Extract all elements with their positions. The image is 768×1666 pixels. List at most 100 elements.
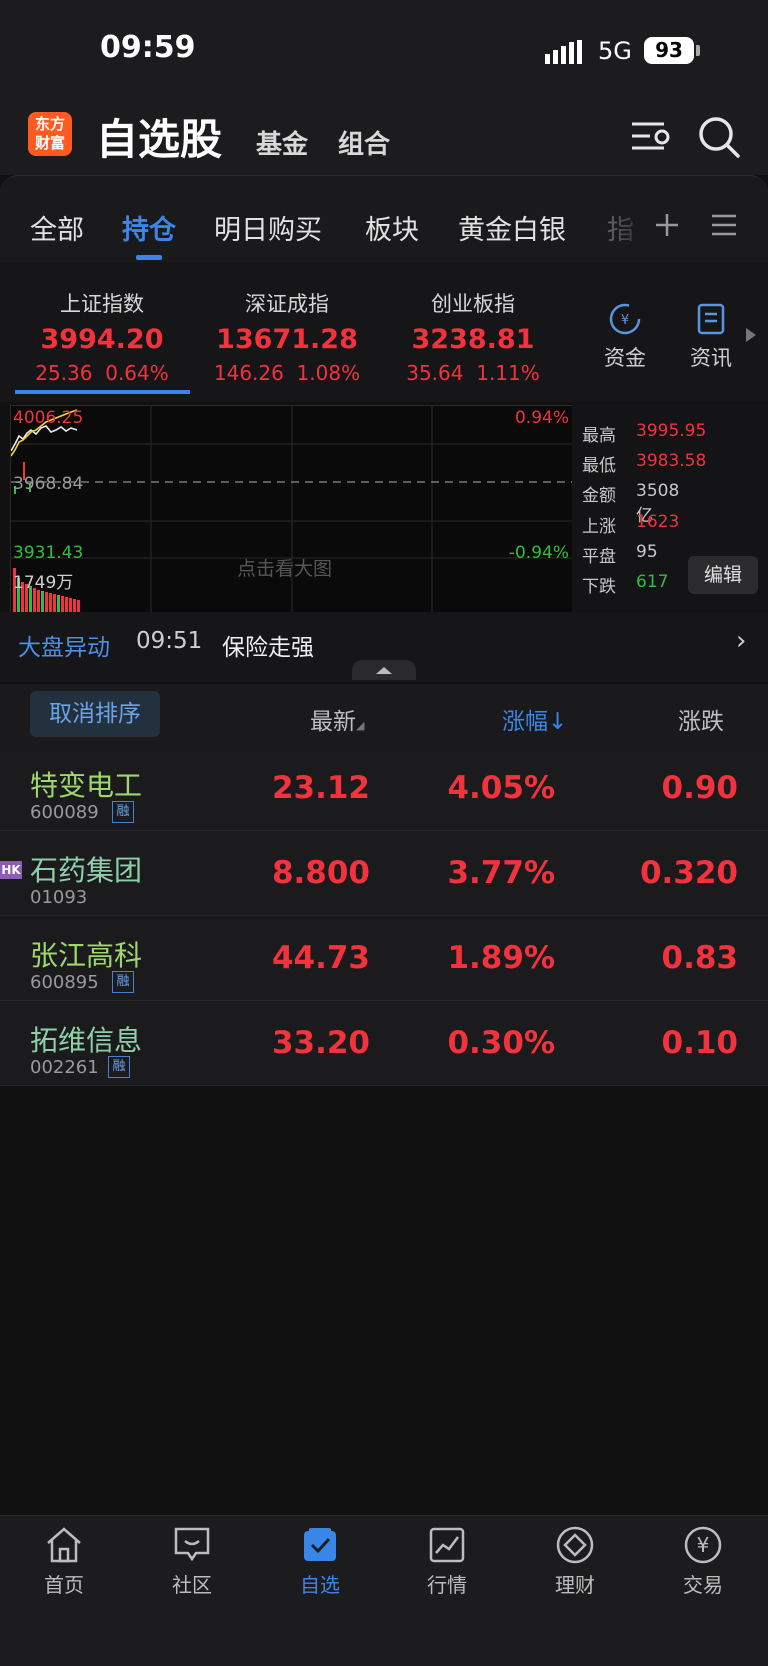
tab-sectors[interactable]: 板块 (365, 208, 419, 247)
chart-bottom-pct: -0.94% (508, 543, 569, 563)
index-value: 3994.20 (40, 324, 164, 355)
nav-trade[interactable]: ¥ 交易 (658, 1525, 748, 1598)
stock-change: 0.10 (661, 1025, 739, 1061)
page-title: 自选股 (96, 115, 223, 164)
stat-down-count: 下跌 617 (582, 572, 669, 597)
chart-bottom-price: 3931.43 (13, 543, 84, 563)
trade-yen-icon: ¥ (684, 1526, 722, 1564)
cancel-sort-button[interactable]: 取消排序 (30, 691, 160, 737)
svg-text:¥: ¥ (697, 1533, 710, 1557)
stock-name: 特变电工 (30, 769, 143, 802)
stock-name: 拓维信息 (30, 1024, 143, 1057)
tab-holdings[interactable]: 持仓 (122, 208, 176, 247)
stock-price: 33.20 (271, 1025, 370, 1061)
logo-line-2: 财富 (34, 134, 65, 152)
alert-tag: 大盘异动 (18, 635, 110, 661)
stock-price: 23.12 (271, 770, 370, 806)
search-icon[interactable] (696, 114, 742, 160)
chart-volume: 1749万 (13, 573, 74, 593)
index-value: 3238.81 (411, 324, 535, 355)
menu-icon[interactable] (712, 214, 736, 236)
stat-up-count: 上涨 1623 (582, 512, 680, 537)
stock-name: 张江高科 (30, 939, 143, 972)
index-shenzhen[interactable]: 深证成指 13671.28 146.26 1.08% (197, 288, 377, 385)
plus-icon[interactable] (654, 212, 680, 238)
stock-code: 01093 (30, 887, 88, 908)
column-change-pct[interactable]: 涨幅↓ (502, 702, 567, 736)
stock-change-pct: 4.05% (447, 770, 555, 806)
column-change[interactable]: 涨跌 (678, 702, 738, 736)
index-chinext[interactable]: 创业板指 3238.81 35.64 1.11% (383, 288, 563, 385)
stock-change: 0.320 (639, 855, 738, 891)
table-row[interactable]: 特变电工 600089 融 23.12 4.05% 0.90 (0, 746, 768, 831)
stat-low: 最低 3983.58 (582, 451, 707, 476)
header-tab-portfolio[interactable]: 组合 (338, 124, 390, 161)
nav-market[interactable]: 行情 (402, 1525, 492, 1598)
funds-flow-icon: ¥ (609, 303, 641, 335)
nav-watchlist[interactable]: 自选 (275, 1525, 365, 1598)
chevron-right-icon[interactable]: › (736, 626, 746, 656)
header-tab-funds[interactable]: 基金 (256, 124, 308, 161)
stock-name: 石药集团 (30, 854, 143, 887)
table-row[interactable]: 拓维信息 002261 融 33.20 0.30% 0.10 (0, 1001, 768, 1086)
community-icon (174, 1527, 210, 1562)
index-name: 创业板指 (431, 292, 515, 316)
collapse-handle[interactable] (352, 660, 416, 680)
index-name: 上证指数 (60, 292, 144, 316)
bottom-nav-bar (0, 1515, 768, 1666)
signal-icon (545, 40, 582, 64)
funds-label: 资金 (604, 346, 646, 370)
column-latest[interactable]: 最新◢ (310, 702, 364, 736)
chart-hint: 点击看大图 (237, 558, 333, 580)
stock-price: 44.73 (271, 940, 370, 976)
stock-change-pct: 3.77% (447, 855, 555, 891)
app-logo[interactable]: 东方 财富 (28, 112, 72, 156)
battery-tip (696, 45, 700, 56)
active-tab-indicator (136, 255, 162, 260)
stock-price: 8.800 (271, 855, 370, 891)
stock-code: 600895 (30, 972, 99, 993)
hk-market-badge: HK (0, 861, 22, 879)
news-label: 资讯 (690, 346, 732, 370)
table-row[interactable]: 张江高科 600895 融 44.73 1.89% 0.83 (0, 916, 768, 1001)
stat-flat-count: 平盘 95 (582, 542, 658, 567)
index-value: 13671.28 (216, 324, 358, 355)
index-change: 25.36 0.64% (35, 361, 169, 385)
chart-top-pct: 0.94% (514, 408, 569, 428)
network-type: 5G (598, 37, 632, 65)
margin-badge: 融 (112, 971, 134, 993)
alert-text: 保险走强 (222, 635, 314, 661)
chart-mid-price: 3968.84 (13, 474, 84, 494)
index-shanghai[interactable]: 上证指数 3994.20 25.36 0.64% (12, 288, 192, 385)
watchlist-icon (304, 1528, 336, 1561)
alert-time: 09:51 (136, 628, 203, 654)
chevron-right-icon[interactable] (746, 328, 756, 342)
logo-line-1: 东方 (34, 115, 65, 133)
funds-button[interactable]: ¥ 资金 (590, 302, 660, 372)
tab-all[interactable]: 全部 (30, 208, 84, 247)
tab-buy-tomorrow[interactable]: 明日购买 (214, 208, 322, 247)
stat-amount: 金额 3508亿 (582, 481, 680, 526)
tab-gold-silver[interactable]: 黄金白银 (458, 208, 566, 247)
table-row[interactable]: HK 石药集团 01093 8.800 3.77% 0.320 (0, 831, 768, 916)
edit-button[interactable]: 编辑 (688, 556, 758, 594)
index-active-indicator (15, 390, 190, 394)
nav-home[interactable]: 首页 (19, 1525, 109, 1598)
margin-badge: 融 (108, 1056, 130, 1078)
svg-text:¥: ¥ (621, 313, 629, 328)
stock-change: 0.90 (661, 770, 739, 806)
news-button[interactable]: 资讯 (676, 302, 746, 372)
intraday-mini-chart[interactable]: 4006.25 3968.84 3931.43 0.94% -0.94% 174… (10, 405, 574, 613)
chart-top-price: 4006.25 (13, 408, 84, 428)
stock-change-pct: 1.89% (447, 940, 555, 976)
nav-community[interactable]: 社区 (147, 1525, 237, 1598)
margin-badge: 融 (112, 801, 134, 823)
price-line (10, 425, 78, 452)
news-doc-icon (697, 303, 725, 335)
list-settings-icon[interactable] (628, 114, 674, 160)
battery-icon: 93 (644, 37, 694, 64)
nav-wealth[interactable]: 理财 (530, 1525, 620, 1598)
tab-fade-overlay (595, 190, 655, 250)
index-name: 深证成指 (245, 292, 329, 316)
stock-change: 0.83 (661, 940, 739, 976)
